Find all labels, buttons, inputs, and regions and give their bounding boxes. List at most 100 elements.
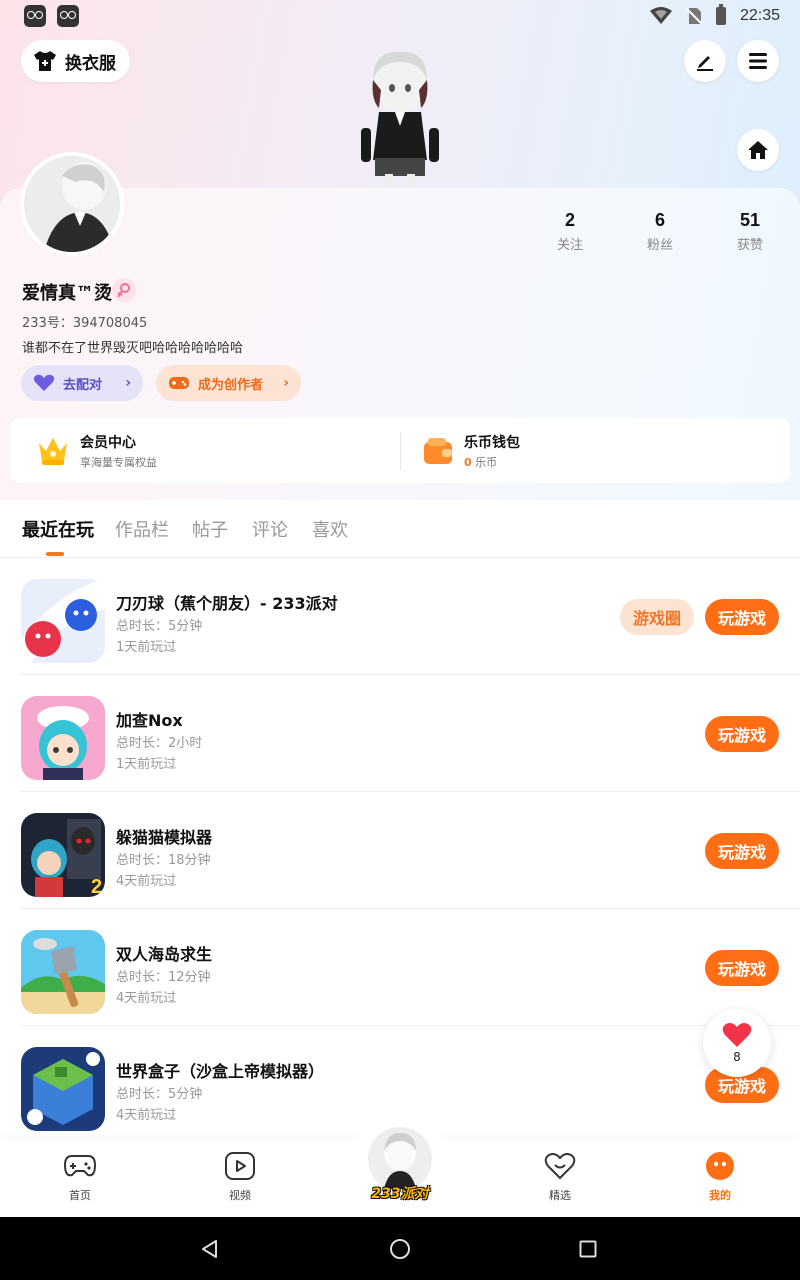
game-list-item[interactable]: 2 躲猫猫模拟器 总时长：18分钟 4天前玩过 玩游戏 [0,792,800,909]
coin-unit: 乐币 [475,456,498,469]
notification-app-icon [24,5,46,27]
edit-profile-button[interactable] [684,40,726,82]
user-id: 233号：394708045 [22,316,148,331]
game-play-duration: 总时长：18分钟 [116,853,211,868]
play-game-button[interactable]: 玩游戏 [705,950,779,986]
active-tab-indicator [46,552,64,556]
game-icon-gacha-nox[interactable] [21,696,105,780]
become-creator-label: 成为创作者 [198,377,264,393]
game-play-duration: 总时长：12分钟 [116,970,211,985]
game-last-played: 4天前玩过 [116,874,177,889]
game-last-played: 1天前玩过 [116,640,177,655]
floating-like-button[interactable]: 8 [703,1009,771,1077]
nav-home-label: 首页 [69,1189,91,1202]
character-avatar-figure[interactable] [355,50,445,188]
stat-following-label: 关注 [556,238,583,253]
game-icon-island-survival[interactable] [21,930,105,1014]
game-title: 双人海岛求生 [116,945,213,964]
stat-likes-label: 获赞 [736,238,763,253]
chevron-right-icon: › [283,375,289,391]
nav-home[interactable]: 首页 [40,1151,120,1203]
game-last-played: 1天前玩过 [116,757,177,772]
become-creator-button[interactable]: 成为创作者 › [156,365,301,401]
recent-apps-icon[interactable] [579,1240,597,1258]
back-icon[interactable] [200,1239,220,1259]
svg-text:2: 2 [91,876,102,897]
heart-chat-icon [544,1153,576,1180]
member-center-entry[interactable]: 会员中心 享海量专属权益 [36,432,157,470]
stat-following-count: 2 [564,210,575,230]
avatar-image [24,156,120,252]
profile-tabs: 最近在玩 作品栏 帖子 评论 喜欢 [0,500,800,558]
user-avatar[interactable] [20,152,124,256]
game-play-duration: 总时长：2小时 [116,736,203,751]
game-title: 躲猫猫模拟器 [116,828,213,847]
female-gender-icon [112,278,136,302]
change-outfit-label: 换衣服 [65,53,116,74]
tab-works[interactable]: 作品栏 [115,516,169,542]
game-icon-hide-seek[interactable]: 2 [21,813,105,897]
game-play-duration: 总时长：5分钟 [116,1087,203,1102]
tshirt-icon [34,51,56,71]
play-game-button[interactable]: 玩游戏 [705,716,779,752]
tab-posts[interactable]: 帖子 [192,516,228,542]
coin-wallet-balance: 0 乐币 [464,454,520,470]
home-scene-button[interactable] [737,129,779,171]
nav-video[interactable]: 视频 [200,1151,280,1203]
heart-icon [722,1023,752,1047]
stat-likes[interactable]: 51 获赞 [720,210,780,253]
play-video-icon [225,1152,255,1180]
username: 爱情真™烫 [22,283,112,304]
game-icon-worldbox[interactable] [21,1047,105,1131]
match-label: 去配对 [63,377,103,393]
user-bio: 谁都不在了世界毁灭吧哈哈哈哈哈哈哈 [22,341,244,356]
face-profile-icon [706,1152,734,1180]
game-title: 加查Nox [116,711,183,730]
like-count: 8 [733,1050,741,1064]
nav-center-233-party[interactable]: 233派对 [360,1117,440,1207]
crown-icon [39,438,67,465]
member-center-subtitle: 享海量专属权益 [80,456,157,469]
game-play-duration: 总时长：5分钟 [116,619,203,634]
nav-featured-label: 精选 [549,1189,571,1202]
divider [400,432,401,470]
gamepad-icon [64,1155,96,1177]
hamburger-menu-icon [749,53,767,69]
gamepad-icon [169,377,189,389]
stat-followers-label: 粉丝 [646,238,673,253]
play-game-button[interactable]: 玩游戏 [705,599,779,635]
menu-button[interactable] [737,40,779,82]
game-list-item[interactable]: 双人海岛求生 总时长：12分钟 4天前玩过 玩游戏 [0,909,800,1026]
game-circle-button[interactable]: 游戏圈 [620,599,694,635]
game-icon-blade-ball[interactable] [21,579,105,663]
no-sim-icon [686,8,702,25]
game-last-played: 4天前玩过 [116,991,177,1006]
stat-followers-count: 6 [654,210,665,230]
tab-likes[interactable]: 喜欢 [312,516,348,542]
pencil-icon [697,56,713,71]
play-game-button[interactable]: 玩游戏 [705,833,779,869]
wifi-icon [649,7,672,24]
match-button[interactable]: 去配对 › [21,365,143,401]
nav-mine[interactable]: 我的 [680,1151,760,1203]
game-list-item[interactable]: 加查Nox 总时长：2小时 1天前玩过 玩游戏 [0,675,800,792]
change-outfit-button[interactable]: 换衣服 [21,40,130,82]
tab-recently-played[interactable]: 最近在玩 [22,516,94,542]
status-bar: 22:35 [0,0,800,34]
tab-comments[interactable]: 评论 [252,516,288,542]
wallet-icon [424,438,452,464]
stat-followers[interactable]: 6 粉丝 [630,210,690,253]
game-title: 世界盒子（沙盒上帝模拟器） [116,1062,325,1081]
status-time: 22:35 [739,7,780,24]
home-circle-icon[interactable] [389,1238,411,1260]
game-list-item[interactable]: 刀刃球（蕉个朋友）- 233派对 总时长：5分钟 1天前玩过 游戏圈 玩游戏 [0,558,800,675]
stat-following[interactable]: 2 关注 [540,210,600,253]
coin-wallet-entry[interactable]: 乐币钱包 0 乐币 [422,432,520,470]
heart-match-icon [33,374,55,391]
nav-featured[interactable]: 精选 [520,1151,600,1203]
stat-likes-count: 51 [739,210,761,230]
notification-app-icon [57,5,79,27]
system-navigation-bar [0,1217,800,1280]
game-title: 刀刃球（蕉个朋友）- 233派对 [116,594,338,613]
battery-icon [715,4,726,25]
